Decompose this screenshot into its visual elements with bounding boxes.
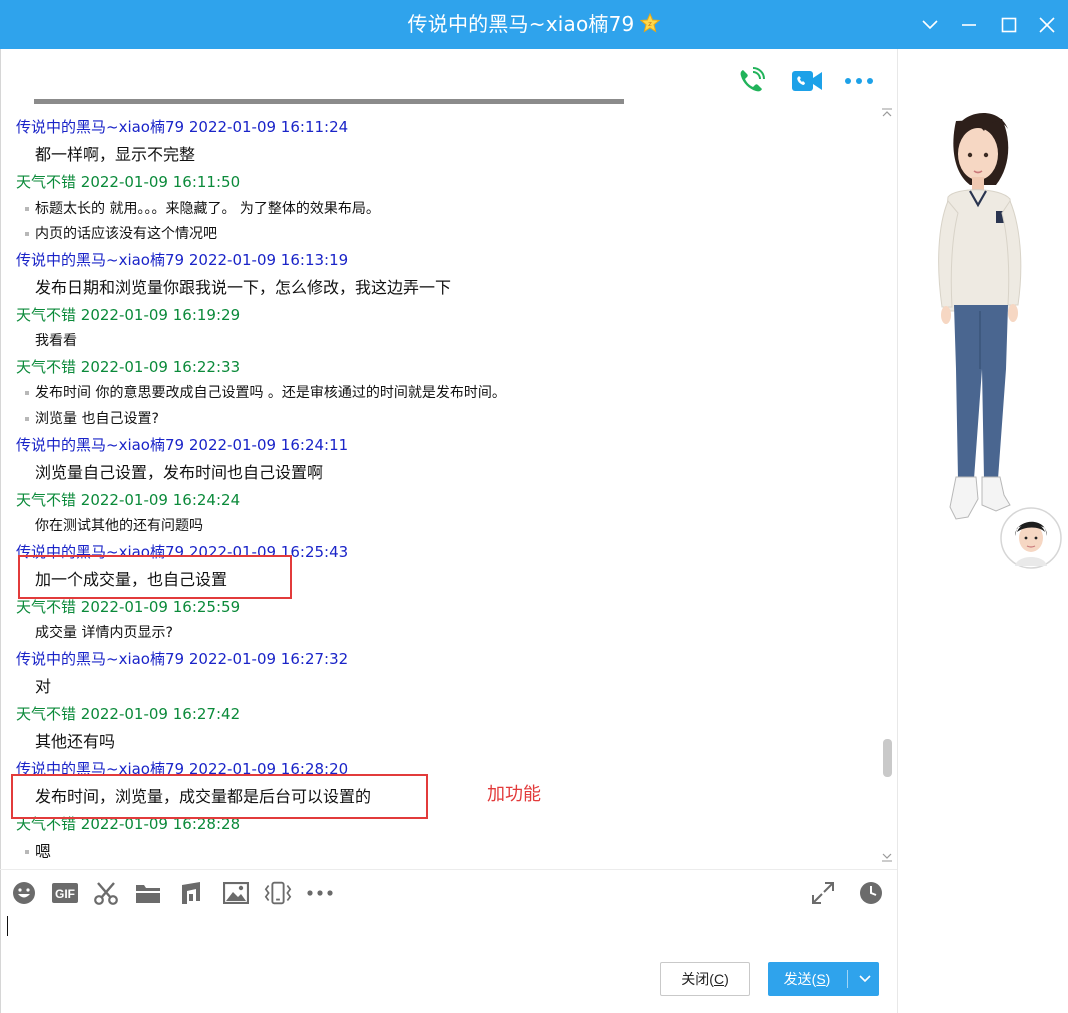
highlight-box — [18, 555, 292, 599]
message-text: 标题太长的 就用。。。来隐藏了。 为了整体的效果布局。 — [35, 201, 380, 217]
scroll-down-icon[interactable] — [880, 851, 894, 863]
message-time: 2022-01-09 16:27:32 — [188, 650, 349, 668]
star-level-icon: z — [640, 13, 661, 33]
sender-name: 天气不错 — [16, 358, 77, 376]
sender-name: 天气不错 — [16, 705, 77, 723]
message-text: 浏览量 也自己设置? — [35, 411, 159, 427]
message-header: 天气不错 2022-01-09 16:24:24 — [16, 490, 240, 510]
message-text: 发布时间 你的意思要改成自己设置吗 。还是审核通过的时间就是发布时间。 — [35, 385, 506, 401]
message-header: 传说中的黑马~xiao楠79 2022-01-09 16:24:11 — [16, 435, 348, 455]
message-header: 天气不错 2022-01-09 16:22:33 — [16, 357, 240, 377]
send-options-chevron-icon[interactable] — [852, 962, 878, 996]
scrollbar-thumb[interactable] — [883, 739, 892, 777]
contact-avatar[interactable] — [999, 506, 1063, 570]
input-caret[interactable] — [7, 916, 8, 936]
svg-text:GIF: GIF — [55, 887, 75, 901]
window-title: 传说中的黑马~xiao楠79 z — [0, 0, 1068, 49]
dropdown-chevron-icon[interactable] — [915, 10, 945, 40]
phone-call-icon[interactable] — [734, 65, 768, 97]
title-bar: 传说中的黑马~xiao楠79 z — [0, 0, 1068, 49]
close-button[interactable]: 关闭(C) — [660, 962, 750, 996]
message-header: 传说中的黑马~xiao楠79 2022-01-09 16:13:19 — [16, 250, 348, 270]
bullet-dot — [25, 850, 29, 854]
video-call-icon[interactable] — [790, 65, 824, 97]
message-time: 2022-01-09 16:24:11 — [188, 436, 349, 454]
sender-name: 传说中的黑马~xiao楠79 — [16, 436, 185, 454]
history-clock-icon[interactable] — [856, 880, 886, 906]
cutoff-message-fragment — [34, 99, 624, 107]
message-time: 2022-01-09 16:19:29 — [80, 306, 241, 324]
send-button-shortcut: S — [816, 971, 826, 987]
send-button-text: 发送( — [783, 971, 817, 987]
message-text: 发布日期和浏览量你跟我说一下，怎么修改，我这边弄一下 — [35, 278, 452, 297]
svg-text:z: z — [649, 20, 653, 28]
sender-name: 传说中的黑马~xiao楠79 — [16, 251, 185, 269]
expand-icon[interactable] — [808, 880, 838, 906]
more-options-icon[interactable] — [842, 65, 876, 97]
message-time: 2022-01-09 16:13:19 — [188, 251, 349, 269]
scissors-icon[interactable] — [91, 880, 121, 906]
bullet-dot — [25, 391, 29, 395]
highlight-box — [11, 774, 428, 819]
message-text: 你在测试其他的还有问题吗 — [35, 518, 203, 534]
message-text: 浏览量自己设置，发布时间也自己设置啊 — [35, 463, 324, 482]
message-time: 2022-01-09 16:24:24 — [80, 491, 241, 509]
gif-icon[interactable]: GIF — [50, 880, 80, 906]
folder-icon[interactable] — [133, 880, 163, 906]
scroll-up-icon[interactable] — [880, 107, 894, 119]
bullet-dot — [25, 417, 29, 421]
message-text: 成交量 详情内页显示? — [35, 625, 173, 641]
message-text: 对 — [35, 677, 52, 696]
music-icon[interactable] — [176, 880, 206, 906]
bullet-dot — [25, 232, 29, 236]
bullet-dot — [25, 207, 29, 211]
send-button-divider — [847, 970, 848, 988]
message-header: 天气不错 2022-01-09 16:27:42 — [16, 704, 240, 724]
message-header: 传说中的黑马~xiao楠79 2022-01-09 16:27:32 — [16, 649, 348, 669]
message-text: 都一样啊，显示不完整 — [35, 145, 196, 164]
sender-name: 天气不错 — [16, 598, 77, 616]
more-icon[interactable] — [305, 880, 335, 906]
message-header: 传说中的黑马~xiao楠79 2022-01-09 16:11:24 — [16, 117, 348, 137]
annotation-text: 加功能 — [487, 784, 541, 805]
message-list[interactable]: 传说中的黑马~xiao楠79 2022-01-09 16:11:24 都一样啊，… — [0, 99, 880, 866]
sender-name: 天气不错 — [16, 173, 77, 191]
message-text: 我看看 — [35, 333, 77, 349]
message-text: 内页的话应该没有这个情况吧 — [35, 226, 217, 242]
maximize-button[interactable] — [994, 10, 1024, 40]
message-time: 2022-01-09 16:27:42 — [80, 705, 241, 723]
sender-name: 传说中的黑马~xiao楠79 — [16, 118, 185, 136]
sender-name: 天气不错 — [16, 491, 77, 509]
close-button-label: 关闭( — [681, 971, 714, 987]
sender-name: 传说中的黑马~xiao楠79 — [16, 650, 185, 668]
close-button-shortcut: C — [713, 971, 725, 987]
sender-name: 天气不错 — [16, 306, 77, 324]
avatar-show-figure — [938, 113, 1022, 520]
message-header: 天气不错 2022-01-09 16:19:29 — [16, 305, 240, 325]
message-time: 2022-01-09 16:25:59 — [80, 598, 241, 616]
send-button-label[interactable]: 发送(S) — [768, 962, 846, 996]
send-button[interactable]: 发送(S) — [768, 962, 879, 996]
chat-top-toolbar — [0, 49, 897, 99]
message-time: 2022-01-09 16:22:33 — [80, 358, 241, 376]
message-text: 嗯 — [35, 842, 52, 861]
avatar-panel — [898, 49, 1068, 1013]
close-window-button[interactable] — [1032, 10, 1062, 40]
close-button-label-tail: ) — [724, 971, 729, 987]
message-time: 2022-01-09 16:11:50 — [80, 173, 241, 191]
send-button-text-tail: ) — [825, 971, 831, 987]
message-header: 天气不错 2022-01-09 16:25:59 — [16, 597, 240, 617]
message-time: 2022-01-09 16:11:24 — [188, 118, 349, 136]
minimize-button[interactable] — [954, 10, 984, 40]
window-title-text: 传说中的黑马~xiao楠79 — [407, 12, 635, 36]
message-text: 其他还有吗 — [35, 732, 116, 751]
shake-icon[interactable] — [263, 880, 293, 906]
input-toolbar: GIF — [0, 870, 897, 916]
emoji-icon[interactable] — [9, 880, 39, 906]
message-header: 天气不错 2022-01-09 16:11:50 — [16, 172, 240, 192]
image-icon[interactable] — [221, 880, 251, 906]
